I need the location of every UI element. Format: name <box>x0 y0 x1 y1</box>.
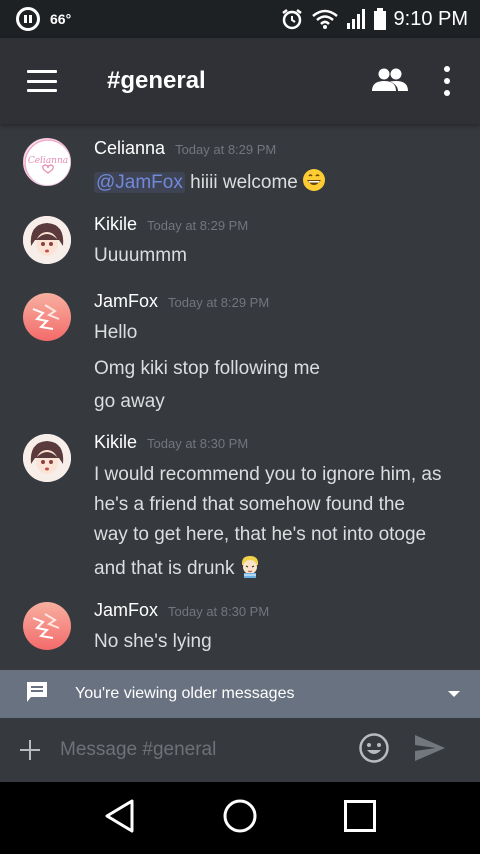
temperature-text: 66° <box>50 11 72 27</box>
message-line: @JamFox hiiii welcome <box>94 168 326 198</box>
message-input[interactable] <box>60 732 350 768</box>
message-line: Uuuummm <box>94 245 187 266</box>
older-messages-bar[interactable]: You're viewing older messages <box>0 670 480 718</box>
hamburger-icon[interactable] <box>27 70 57 92</box>
system-navigation-bar <box>0 782 480 854</box>
message-line: and that is drunk <box>94 554 262 584</box>
signal-icon <box>346 9 366 29</box>
members-icon[interactable] <box>372 67 408 96</box>
message-list[interactable]: Celianna Celianna Today at 8:29 PM @JamF… <box>0 124 480 670</box>
message-author[interactable]: JamFox <box>94 600 158 621</box>
message-line: go away <box>94 391 165 412</box>
recents-icon[interactable] <box>344 799 377 837</box>
message-author[interactable]: Kikile <box>94 432 137 453</box>
message-line: No she's lying <box>94 631 212 652</box>
message-text: hiiii welcome <box>184 172 298 193</box>
avatar[interactable] <box>23 293 71 341</box>
alarm-icon <box>280 7 304 31</box>
message-timestamp: Today at 8:29 PM <box>168 295 270 310</box>
older-messages-text: You're viewing older messages <box>75 685 295 702</box>
avatar[interactable] <box>23 602 71 650</box>
message-line: way to get here, that he's not into otog… <box>94 524 427 545</box>
wifi-icon <box>311 9 338 29</box>
avatar-logo-text: Celianna <box>28 156 68 166</box>
grinning-face-emoji <box>302 168 326 198</box>
caret-down-icon[interactable] <box>448 691 460 697</box>
message-author[interactable]: JamFox <box>94 291 158 312</box>
battery-icon <box>373 8 386 30</box>
message-line: I would recommend you to ignore him, as <box>94 464 442 485</box>
send-icon[interactable] <box>414 734 446 767</box>
message-line: Hello <box>94 322 138 343</box>
avatar[interactable] <box>23 216 71 264</box>
channel-header: #general <box>0 38 480 124</box>
message-timestamp: Today at 8:29 PM <box>147 218 249 233</box>
user-mention[interactable]: @JamFox <box>94 172 185 193</box>
add-attachment-button[interactable] <box>18 738 42 762</box>
home-icon[interactable] <box>223 799 257 838</box>
message-author[interactable]: Kikile <box>94 214 137 235</box>
message-composer <box>0 718 480 782</box>
message-timestamp: Today at 8:29 PM <box>175 142 277 157</box>
message-timestamp: Today at 8:30 PM <box>168 604 270 619</box>
clock-text: 9:10 PM <box>393 7 468 30</box>
avatar[interactable] <box>23 434 71 482</box>
message-text: and that is drunk <box>94 558 235 579</box>
avatar[interactable]: Celianna <box>23 138 71 186</box>
message-author[interactable]: Celianna <box>94 138 165 159</box>
drunk-sticker-emoji <box>238 554 262 584</box>
status-bar: 66° 9:10 PM <box>0 0 480 38</box>
back-icon[interactable] <box>104 799 136 838</box>
pause-notification-icon <box>16 7 40 31</box>
chat-bubble-icon <box>25 681 49 708</box>
message-line: he's a friend that somehow found the <box>94 494 405 515</box>
more-vert-icon[interactable] <box>444 66 450 96</box>
message-timestamp: Today at 8:30 PM <box>147 436 249 451</box>
message-line: Omg kiki stop following me <box>94 358 320 379</box>
emoji-picker-icon[interactable] <box>358 732 390 769</box>
channel-title: #general <box>107 67 206 94</box>
